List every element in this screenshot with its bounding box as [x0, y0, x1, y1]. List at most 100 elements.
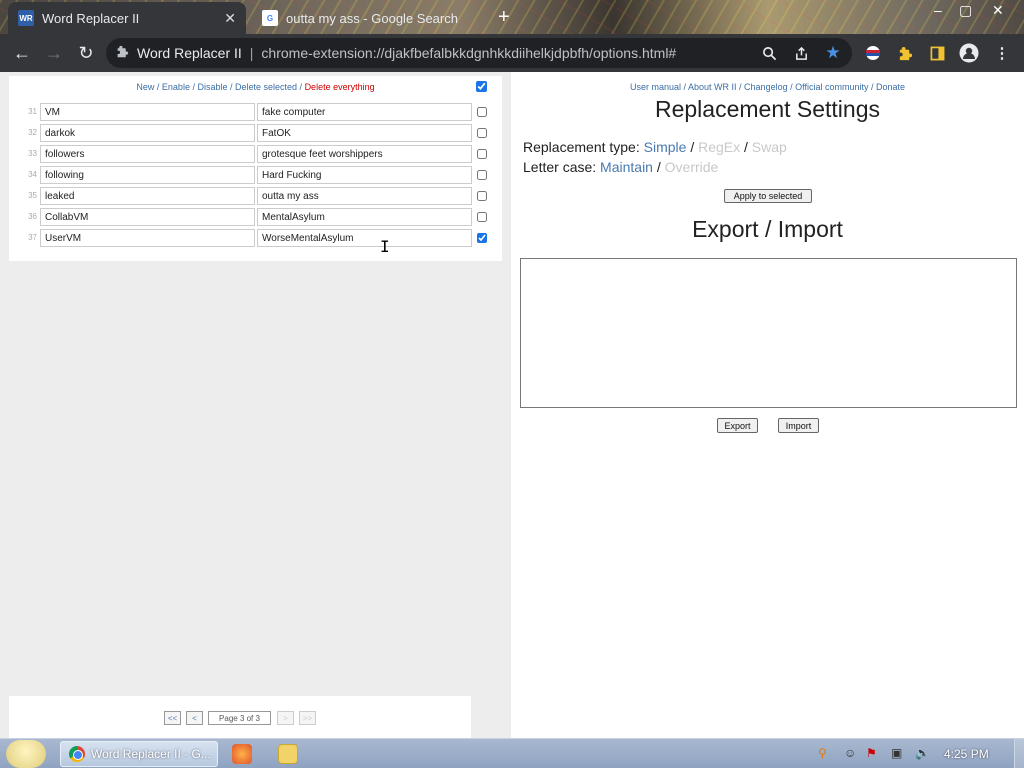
table-row: 34 — [9, 165, 502, 186]
replace-input[interactable] — [257, 166, 472, 184]
replace-input[interactable] — [257, 187, 472, 205]
row-checkbox[interactable] — [477, 233, 487, 243]
puzzle-icon — [116, 45, 129, 61]
bookmark-star-icon[interactable]: ★ — [823, 43, 843, 63]
address-bar[interactable]: Word Replacer II | chrome-extension://dj… — [106, 38, 852, 68]
word-replacer-icon: WR — [18, 10, 34, 26]
select-all-checkbox[interactable] — [476, 81, 487, 92]
option-simple[interactable]: Simple — [644, 139, 687, 155]
help-links: User manual / About WR II / Changelog / … — [511, 82, 1024, 92]
new-link[interactable]: New — [136, 82, 154, 92]
row-number: 32 — [28, 128, 37, 137]
network-tray-icon[interactable]: ▣ — [891, 746, 902, 760]
text-cursor-icon: I — [380, 237, 390, 256]
puzzle-extensions-icon[interactable] — [895, 43, 915, 63]
new-tab-button[interactable]: + — [498, 6, 510, 29]
import-button[interactable]: Import — [778, 418, 819, 433]
table-row: 36 — [9, 207, 502, 228]
find-input[interactable] — [40, 166, 255, 184]
row-checkbox[interactable] — [477, 212, 487, 222]
settings-title: Replacement Settings — [654, 96, 880, 122]
find-input[interactable] — [40, 187, 255, 205]
close-tab-icon[interactable]: ✕ — [224, 10, 236, 27]
prev-page-button[interactable]: < — [186, 711, 203, 725]
first-page-button[interactable]: << — [164, 711, 181, 725]
enable-link[interactable]: Enable — [162, 82, 190, 92]
apply-to-selected-button[interactable]: Apply to selected — [724, 189, 812, 203]
option-maintain[interactable]: Maintain — [600, 159, 653, 175]
show-desktop-button[interactable] — [1014, 739, 1024, 768]
folder-icon[interactable] — [278, 744, 298, 764]
find-input[interactable] — [40, 229, 255, 247]
replacement-type-label: Replacement type: — [523, 139, 640, 155]
replace-input[interactable] — [257, 229, 472, 247]
settings-panel: User manual / About WR II / Changelog / … — [511, 72, 1024, 738]
zoom-icon[interactable] — [759, 43, 779, 63]
replace-input[interactable] — [257, 208, 472, 226]
reload-icon: ↻ — [78, 42, 94, 63]
replace-input[interactable] — [257, 103, 472, 121]
extension-flag-icon[interactable] — [863, 43, 883, 63]
letter-case-setting: Letter case: Maintain / Override — [523, 159, 718, 175]
maximize-button[interactable]: ▢ — [959, 2, 972, 19]
separator: / — [787, 82, 796, 92]
find-input[interactable] — [40, 208, 255, 226]
community-link[interactable]: Official community — [795, 82, 868, 92]
row-checkbox[interactable] — [477, 107, 487, 117]
delete-selected-link[interactable]: Delete selected — [235, 82, 297, 92]
minimize-button[interactable]: – — [934, 2, 942, 18]
flag-tray-icon[interactable]: ⚑ — [866, 746, 877, 760]
last-page-button[interactable]: >> — [299, 711, 316, 725]
export-import-textarea[interactable] — [520, 258, 1017, 408]
tab-google-search[interactable]: G outta my ass - Google Search — [252, 2, 492, 34]
google-icon: G — [262, 10, 278, 26]
forward-button[interactable]: → — [38, 37, 70, 69]
start-button[interactable] — [6, 740, 46, 768]
changelog-link[interactable]: Changelog — [744, 82, 788, 92]
replace-input[interactable] — [257, 145, 472, 163]
pagination: << < Page 3 of 3 > >> — [9, 696, 471, 738]
profile-icon[interactable] — [959, 43, 979, 63]
table-row: 35 — [9, 186, 502, 207]
about-link[interactable]: About WR II — [688, 82, 737, 92]
site-label: Word Replacer II — [137, 45, 242, 61]
separator: / — [690, 139, 695, 155]
find-input[interactable] — [40, 124, 255, 142]
row-checkbox[interactable] — [477, 128, 487, 138]
rules-panel: New / Enable / Disable / Delete selected… — [0, 72, 511, 738]
user-manual-link[interactable]: User manual — [630, 82, 681, 92]
clock[interactable]: 4:25 PM — [944, 747, 989, 761]
rules-actions: New / Enable / Disable / Delete selected… — [9, 82, 502, 92]
disable-link[interactable]: Disable — [197, 82, 227, 92]
close-window-button[interactable]: ✕ — [992, 2, 1004, 19]
firefox-icon[interactable] — [232, 744, 252, 764]
search-tray-icon[interactable]: ⚲ — [818, 746, 827, 760]
option-override[interactable]: Override — [665, 159, 719, 175]
taskbar-chrome-button[interactable]: Word Replacer II - G... — [60, 741, 218, 767]
option-swap[interactable]: Swap — [752, 139, 787, 155]
sidepanel-icon[interactable] — [927, 43, 947, 63]
find-input[interactable] — [40, 145, 255, 163]
separator: / — [297, 82, 305, 92]
row-checkbox[interactable] — [477, 149, 487, 159]
page-indicator: Page 3 of 3 — [208, 711, 271, 725]
tab-title: outta my ass - Google Search — [286, 10, 458, 26]
row-checkbox[interactable] — [477, 170, 487, 180]
find-input[interactable] — [40, 103, 255, 121]
option-regex[interactable]: RegEx — [698, 139, 740, 155]
taskbar: Word Replacer II - G... ⚲ ☺ ⚑ ▣ 🔈 4:25 P… — [0, 738, 1024, 768]
row-checkbox[interactable] — [477, 191, 487, 201]
delete-everything-link[interactable]: Delete everything — [305, 82, 375, 92]
next-page-button[interactable]: > — [277, 711, 294, 725]
back-button[interactable]: ← — [6, 37, 38, 69]
menu-icon[interactable]: ⋮ — [992, 43, 1012, 63]
reload-button[interactable]: ↻ — [70, 37, 102, 69]
tab-word-replacer[interactable]: WR Word Replacer II ✕ — [8, 2, 246, 34]
volume-tray-icon[interactable]: 🔈 — [915, 746, 930, 760]
smiley-tray-icon[interactable]: ☺ — [844, 746, 856, 760]
donate-link[interactable]: Donate — [876, 82, 905, 92]
export-button[interactable]: Export — [717, 418, 758, 433]
row-number: 34 — [28, 170, 37, 179]
share-icon[interactable] — [791, 43, 811, 63]
replace-input[interactable] — [257, 124, 472, 142]
